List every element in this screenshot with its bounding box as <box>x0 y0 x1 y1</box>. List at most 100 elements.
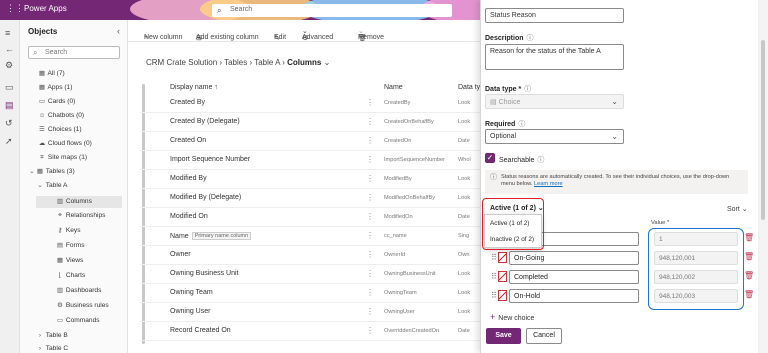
rocket-icon[interactable]: ➚ <box>5 136 13 147</box>
objects-search-input[interactable]: ⌕ Search <box>28 46 120 59</box>
history-icon[interactable]: ↺ <box>5 118 13 129</box>
data-type-label-text: Data type * <box>485 86 522 93</box>
drag-handle-icon[interactable]: ⠿ <box>491 253 497 262</box>
choice-label-input[interactable]: Completed <box>509 270 639 284</box>
tree-item-charts[interactable]: ⌊ Charts <box>56 272 86 280</box>
table-row[interactable]: Record Created On ⋮ OverriddenCreatedOn Dat… <box>140 323 480 341</box>
tree-item-forms[interactable]: ▤ Forms <box>56 242 85 250</box>
drag-handle-icon[interactable]: ⠿ <box>491 272 497 281</box>
color-swatch[interactable] <box>498 290 507 301</box>
tree-item-table-b[interactable]: › Table B <box>36 332 68 340</box>
collapse-icon[interactable]: ‹ <box>117 26 120 36</box>
info-icon: ⓘ <box>526 35 534 42</box>
tree-item-cloud-flows[interactable]: ☁ Cloud flows (0) <box>38 140 92 148</box>
table-row[interactable]: Owner ⋮ OwnerId Own <box>140 247 480 265</box>
color-swatch[interactable] <box>498 271 507 282</box>
tree-item-chatbots[interactable]: ☺ Chatbots (0) <box>38 112 85 120</box>
delete-icon[interactable]: 🗑 <box>744 252 754 261</box>
more-options-icon[interactable]: ⋮ <box>366 98 374 107</box>
app-launcher-icon[interactable]: ⋮⋮ <box>6 3 24 14</box>
choice-label-input[interactable]: On-Hold <box>509 289 639 303</box>
breadcrumb-solution[interactable]: CRM Crate Solution <box>146 58 217 67</box>
more-options-icon[interactable]: ⋮ <box>366 326 374 335</box>
objects-icon[interactable]: ▤ <box>5 100 14 111</box>
remove-button[interactable]: 🗑 Remove ⌄ <box>358 27 384 42</box>
choice-label-input[interactable]: On-Going <box>509 251 639 265</box>
more-options-icon[interactable]: ⋮ <box>366 212 374 221</box>
delete-icon[interactable]: 🗑 <box>744 233 754 242</box>
settings-icon[interactable]: ⚙ <box>5 60 13 71</box>
document-icon[interactable]: ▭ <box>5 82 14 93</box>
sort-button[interactable]: Sort ⌄ <box>727 205 748 213</box>
more-options-icon[interactable]: ⋮ <box>366 117 374 126</box>
advanced-button[interactable]: ⚙ Advanced ⌄ <box>302 27 333 42</box>
column-header-display-name[interactable]: Display name ↑ <box>170 84 218 91</box>
tree-item-apps[interactable]: ▦ Apps (1) <box>38 84 73 92</box>
logical-name-cell: CreatedOn <box>384 138 412 144</box>
more-options-icon[interactable]: ⋮ <box>366 231 374 240</box>
choices-icon: ☰ <box>39 126 45 133</box>
drag-handle-icon[interactable]: ⠿ <box>491 291 497 300</box>
tree-item-all[interactable]: ▦ All (7) <box>38 70 65 78</box>
tree-item-site-maps[interactable]: ⌗ Site maps (1) <box>38 154 87 162</box>
display-name-cell: Modified By <box>170 175 207 182</box>
table-row[interactable]: Modified By (Delegate) ⋮ ModifiedOnBehalfB… <box>140 190 480 208</box>
color-swatch[interactable] <box>498 252 507 263</box>
hamburger-icon[interactable]: ≡ <box>5 28 10 38</box>
more-options-icon[interactable]: ⋮ <box>366 193 374 202</box>
more-options-icon[interactable]: ⋮ <box>366 288 374 297</box>
more-options-icon[interactable]: ⋮ <box>366 155 374 164</box>
searchable-checkbox[interactable]: ✓ <box>485 153 495 163</box>
new-choice-button[interactable]: + New choice <box>490 312 534 322</box>
required-select[interactable]: Optional ⌄ <box>485 129 624 144</box>
data-type-cell: Look <box>458 290 471 296</box>
tree-item-cards[interactable]: ▭ Cards (0) <box>38 98 75 106</box>
table-row[interactable]: Name Primary name column ⋮ cc_name Sing <box>140 228 480 246</box>
column-header-data-type[interactable]: Data ty <box>458 84 480 91</box>
cancel-button[interactable]: Cancel <box>526 328 562 344</box>
tree-item-relationships[interactable]: ⚭ Relationships <box>56 212 105 220</box>
table-row[interactable]: Import Sequence Number ⋮ ImportSequenceNum… <box>140 152 480 170</box>
tree-item-columns[interactable]: ▥ Columns <box>36 196 122 208</box>
table-row[interactable]: Owning Team ⋮ OwningTeam Look <box>140 285 480 303</box>
column-header-name[interactable]: Name <box>384 84 403 91</box>
panel-scrollbar[interactable] <box>761 40 765 220</box>
table-row[interactable]: Owning Business Unit ⋮ OwningBusinessUnit L… <box>140 266 480 284</box>
description-field[interactable]: Reason for the status of the Table A <box>485 44 624 70</box>
table-row[interactable]: Modified On ⋮ ModifiedOn Date <box>140 209 480 227</box>
breadcrumb-tables[interactable]: Tables <box>224 58 247 67</box>
more-options-icon[interactable]: ⋮ <box>366 136 374 145</box>
tree-item-choices[interactable]: ☰ Choices (1) <box>38 126 82 134</box>
back-icon[interactable]: ← <box>5 44 14 54</box>
save-button[interactable]: Save <box>486 328 521 344</box>
tree-item-label: Table B <box>45 332 68 339</box>
delete-icon[interactable]: 🗑 <box>744 290 754 299</box>
tree-item-commands[interactable]: ▭ Commands <box>56 317 100 325</box>
display-name-field[interactable]: Status Reason <box>485 8 624 23</box>
tree-item-tables[interactable]: ⌄ ▦ Tables (3) <box>28 168 74 176</box>
table-row[interactable]: Owning User ⋮ OwningUser Look <box>140 304 480 322</box>
global-search-placeholder: Search <box>230 6 253 13</box>
tree-item-label: Choices (1) <box>47 126 82 133</box>
display-name-cell: Import Sequence Number <box>170 156 250 163</box>
table-row[interactable]: Created On ⋮ CreatedOn Date <box>140 133 480 151</box>
logical-name-cell: OwningTeam <box>384 290 417 296</box>
more-options-icon[interactable]: ⋮ <box>366 307 374 316</box>
tree-item-views[interactable]: ▦ Views <box>56 257 83 265</box>
breadcrumb-table[interactable]: Table A <box>254 58 280 67</box>
delete-icon[interactable]: 🗑 <box>744 271 754 280</box>
tree-item-table-c[interactable]: › Table C <box>36 345 68 353</box>
tree-item-table-a[interactable]: ⌄ Table A <box>36 182 67 190</box>
tree-item-keys[interactable]: ⚷ Keys <box>56 227 81 235</box>
more-options-icon[interactable]: ⋮ <box>366 269 374 278</box>
table-row[interactable]: Created By ⋮ CreatedBy Look <box>140 95 480 113</box>
table-row[interactable]: Created By (Delegate) ⋮ CreatedOnBehalfBy L… <box>140 114 480 132</box>
table-row[interactable]: Modified By ⋮ ModifiedBy Look <box>140 171 480 189</box>
tree-item-business-rules[interactable]: ⚙ Business rules <box>56 302 109 310</box>
learn-more-link[interactable]: Learn more <box>534 181 563 187</box>
more-options-icon[interactable]: ⋮ <box>366 174 374 183</box>
more-options-icon[interactable]: ⋮ <box>366 250 374 259</box>
columns-icon: ▥ <box>56 198 64 205</box>
tree-item-dashboards[interactable]: ▥ Dashboards <box>56 287 102 295</box>
global-search-input[interactable]: ⌕ Search <box>212 4 452 17</box>
